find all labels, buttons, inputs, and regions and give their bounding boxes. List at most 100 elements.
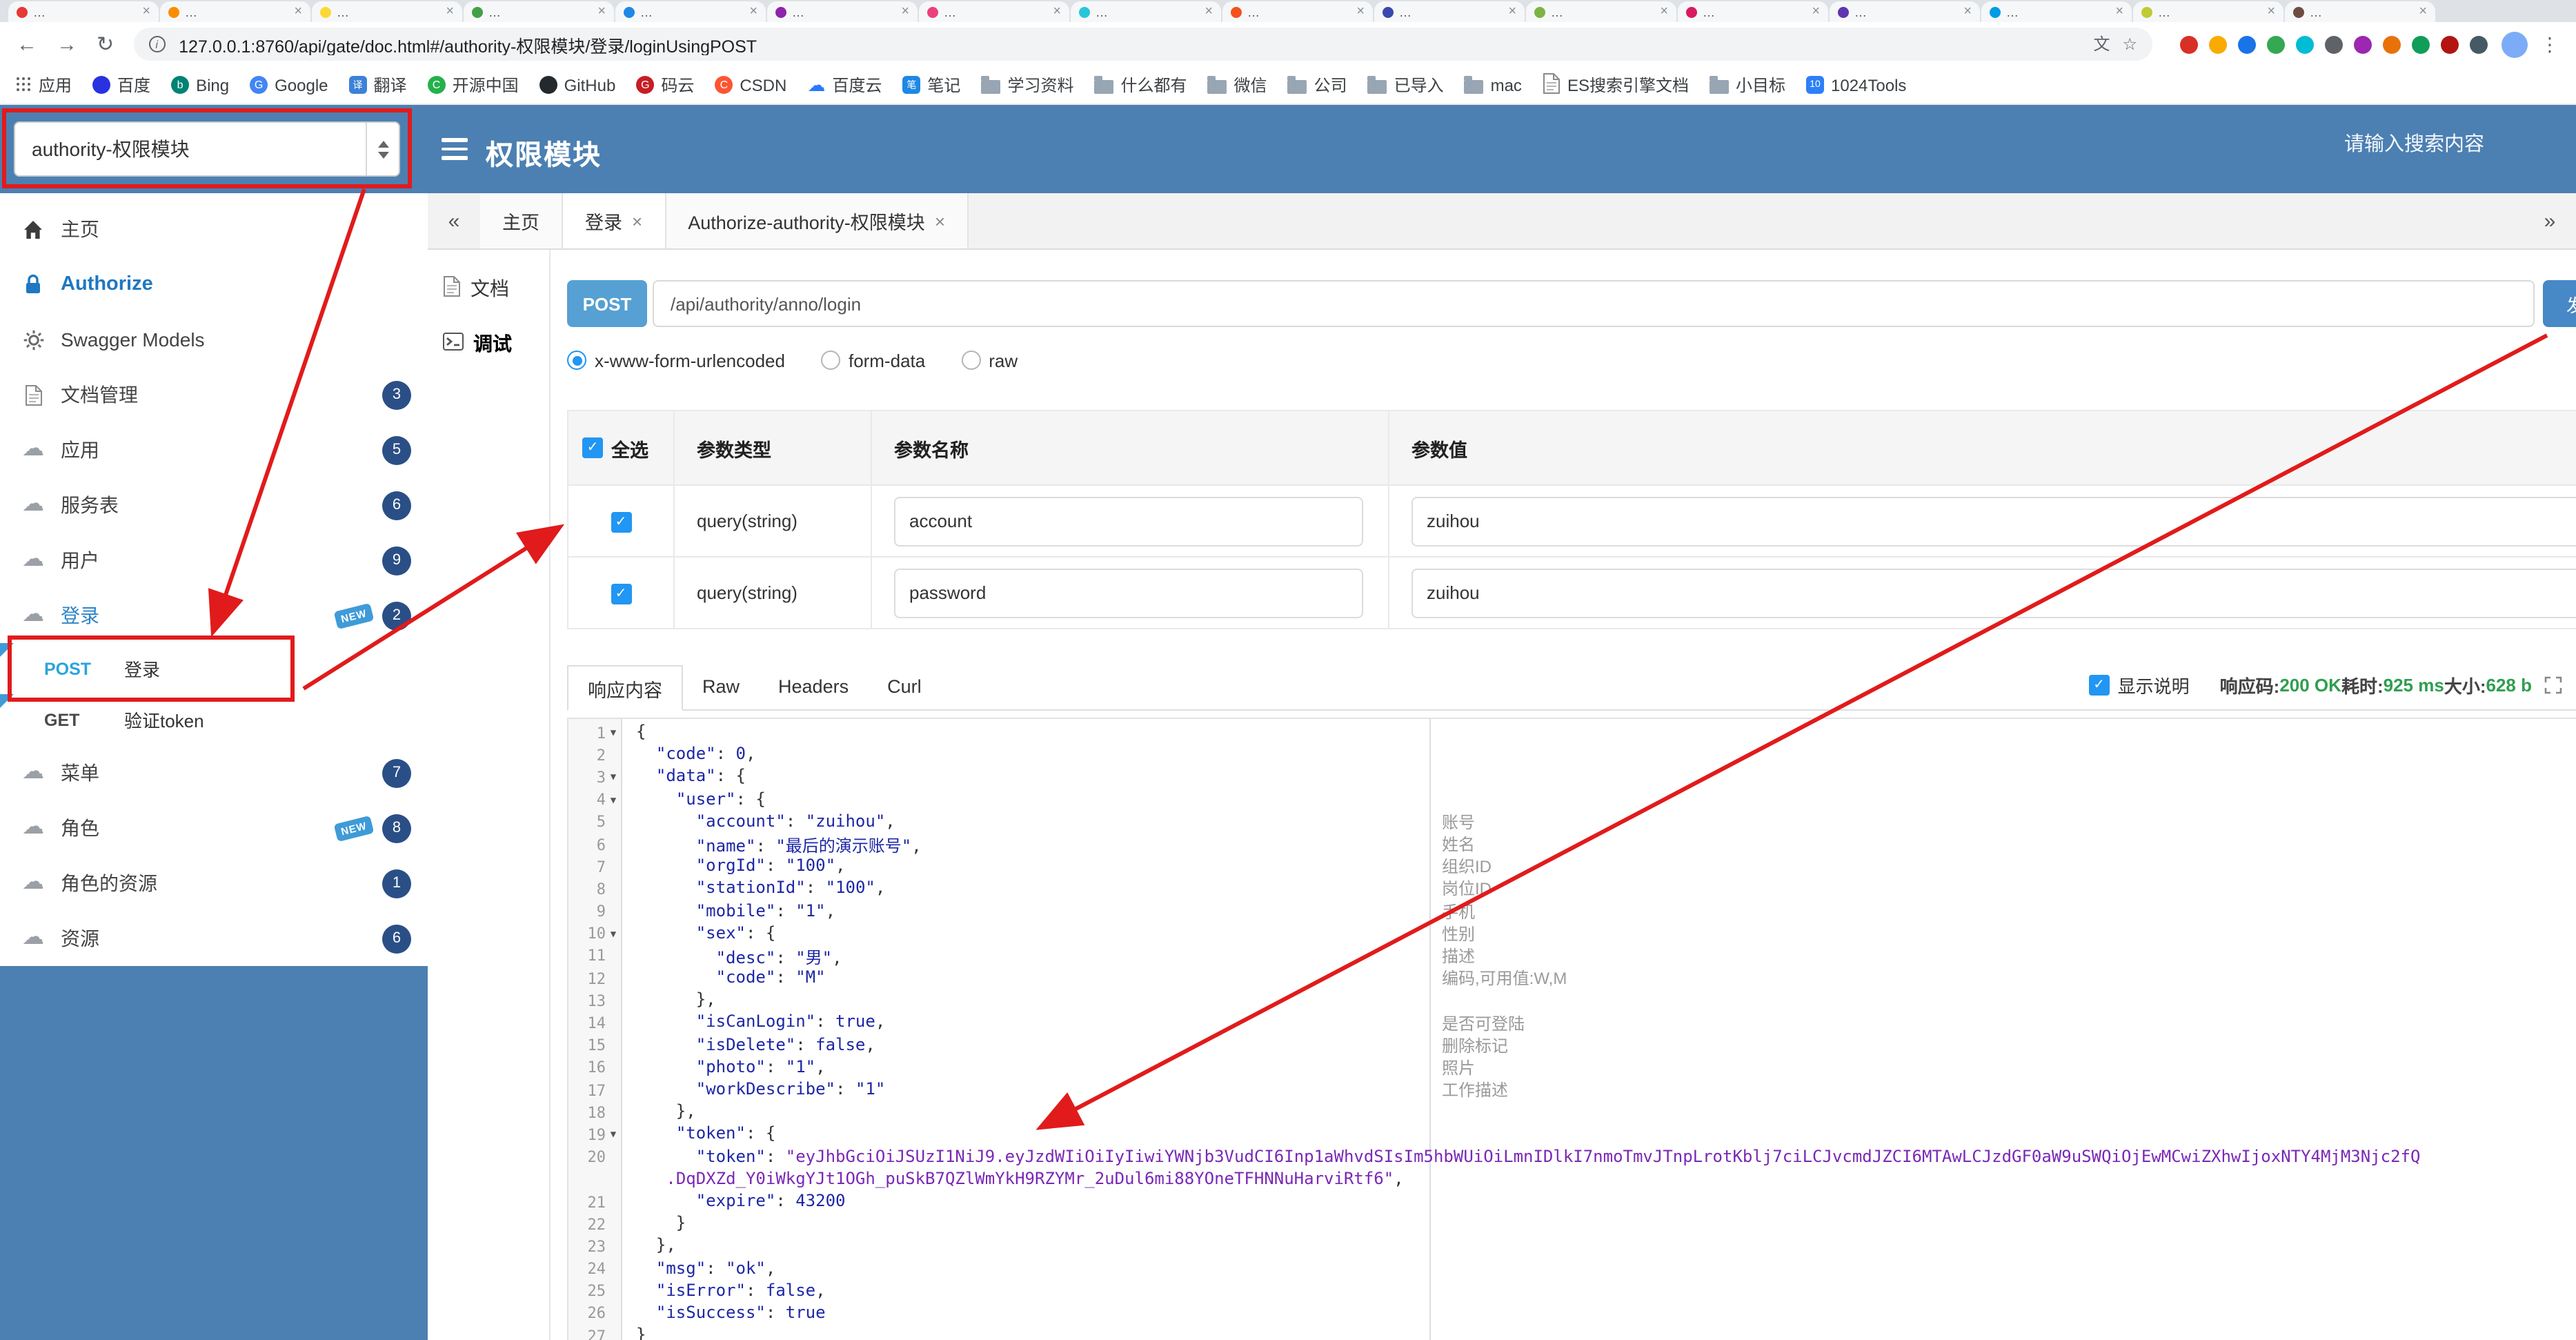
module-select[interactable]: authority-权限模块 (14, 121, 400, 177)
sidebar-item[interactable]: ☁ 应用 5 (0, 422, 428, 477)
browser-tab[interactable]: … × (1830, 1, 1980, 22)
browser-tab[interactable]: … × (1678, 1, 1828, 22)
bookmark-item[interactable]: ☁ 百度云 (807, 73, 882, 97)
bookmark-item[interactable]: 学习资料 (981, 73, 1073, 97)
content-type-radio[interactable]: form-data (820, 350, 925, 371)
sidebar-endpoint[interactable]: POST 登录 (0, 643, 428, 694)
browser-tab[interactable]: … × (8, 1, 159, 22)
browser-tab[interactable]: … × (160, 1, 310, 22)
translate-icon[interactable]: 文 (2093, 36, 2110, 52)
browser-tab[interactable]: … × (767, 1, 918, 22)
param-name-input[interactable] (894, 568, 1363, 618)
bookmark-item[interactable]: 应用 (17, 73, 72, 97)
header-search-input[interactable] (2341, 132, 2507, 157)
sidebar-item[interactable]: ☁ 菜单 7 (0, 745, 428, 800)
address-bar[interactable]: i 文 ☆ (133, 28, 2152, 61)
profile-avatar[interactable] (2501, 31, 2528, 57)
bookmark-star-icon[interactable]: ☆ (2122, 36, 2137, 52)
param-value-input[interactable] (1411, 568, 2576, 618)
response-tab[interactable]: Headers (759, 664, 868, 709)
sidebar-item[interactable]: 主页 (0, 201, 428, 257)
extension-icon[interactable] (2383, 35, 2401, 53)
bookmark-item[interactable]: b Bing (171, 75, 229, 95)
browser-tab[interactable]: … × (919, 1, 1069, 22)
bookmark-item[interactable]: ES搜索引擎文档 (1543, 72, 1689, 97)
extension-icon[interactable] (2412, 35, 2430, 53)
bookmark-item[interactable]: mac (1464, 75, 1522, 95)
bookmark-item[interactable]: 译翻译 (348, 73, 407, 97)
fullscreen-icon[interactable] (2544, 676, 2562, 694)
back-icon[interactable]: ← (17, 34, 37, 55)
tab-close-icon[interactable]: × (1356, 4, 1365, 19)
browser-tab[interactable]: … × (2285, 1, 2435, 22)
browser-tab[interactable]: … × (1374, 1, 1525, 22)
content-type-radio[interactable]: raw (961, 350, 1018, 371)
response-tab[interactable]: Raw (683, 664, 759, 709)
tab-close-icon[interactable]: × (1508, 4, 1516, 19)
extension-icon[interactable] (2209, 35, 2227, 53)
url-input[interactable] (176, 33, 2081, 55)
sidebar-item[interactable]: ☁ 用户 9 (0, 533, 428, 588)
doc-tab[interactable]: 登录 × (563, 193, 666, 248)
param-name-input[interactable] (894, 496, 1363, 546)
param-checkbox[interactable]: ✓ (611, 512, 631, 533)
browser-tab[interactable]: … × (312, 1, 462, 22)
sidebar-item[interactable]: ☁ 角色 NEW 8 (0, 800, 428, 856)
fold-icon[interactable]: ▼ (606, 727, 621, 738)
bookmark-item[interactable]: 什么都有 (1094, 73, 1187, 97)
panel-nav-doc[interactable]: 文档 (428, 261, 549, 316)
bookmark-item[interactable]: 10 1024Tools (1806, 75, 1906, 95)
bookmark-item[interactable]: 小目标 (1709, 73, 1785, 97)
tab-close-icon[interactable]: × (1812, 4, 1820, 19)
fold-icon[interactable]: ▼ (606, 1130, 621, 1141)
tab-close-icon[interactable]: × (2115, 4, 2123, 19)
response-tab[interactable]: 响应内容 (567, 665, 683, 711)
sidebar-item[interactable]: 文档管理 3 (0, 367, 428, 422)
doc-tab[interactable]: 主页 (480, 193, 563, 248)
tab-close-icon[interactable]: × (1963, 4, 1972, 19)
bookmark-item[interactable]: C CSDN (715, 75, 786, 95)
bookmark-item[interactable]: GitHub (539, 75, 615, 95)
select-all-checkbox[interactable]: ✓ (582, 437, 603, 458)
bookmark-item[interactable]: 公司 (1287, 73, 1347, 97)
browser-tab[interactable]: … × (1981, 1, 2132, 22)
browser-menu-icon[interactable]: ⋮ (2540, 32, 2559, 56)
doc-tab[interactable]: Authorize-authority-权限模块 × (666, 193, 969, 248)
tab-close-icon[interactable]: × (1660, 4, 1668, 19)
bookmark-item[interactable]: G Google (250, 75, 328, 95)
extension-icon[interactable] (2238, 35, 2256, 53)
forward-icon[interactable]: → (57, 34, 77, 55)
browser-tab[interactable]: … × (2133, 1, 2283, 22)
page-info-icon[interactable]: i (148, 36, 166, 52)
param-value-input[interactable] (1411, 496, 2576, 546)
sidebar-item[interactable]: Authorize (0, 257, 428, 312)
tab-close-icon[interactable]: × (294, 4, 302, 19)
tab-close-icon[interactable]: × (2419, 4, 2427, 19)
sidebar-endpoint[interactable]: GET 验证token (0, 694, 428, 745)
bookmark-item[interactable]: 微信 (1207, 73, 1267, 97)
fold-icon[interactable]: ▼ (606, 772, 621, 783)
fold-icon[interactable]: ▼ (606, 929, 621, 940)
tab-close-icon[interactable]: × (935, 210, 945, 231)
tab-close-icon[interactable]: × (1053, 4, 1061, 19)
bookmark-item[interactable]: 笔笔记 (902, 73, 960, 97)
send-button[interactable]: 发送 (2543, 280, 2576, 327)
tab-close-icon[interactable]: × (2267, 4, 2275, 19)
tab-close-icon[interactable]: × (1205, 4, 1213, 19)
sidebar-item[interactable]: Swagger Models (0, 312, 428, 367)
collapse-right-icon[interactable]: » (2524, 193, 2576, 248)
response-tab[interactable]: Curl (868, 664, 941, 709)
browser-tab[interactable]: … × (615, 1, 766, 22)
tab-close-icon[interactable]: × (142, 4, 150, 19)
extension-icon[interactable] (2441, 35, 2459, 53)
browser-tab[interactable]: … × (1071, 1, 1221, 22)
tab-close-icon[interactable]: × (901, 4, 909, 19)
tab-close-icon[interactable]: × (632, 210, 642, 231)
sidebar-item[interactable]: ☁ 服务表 6 (0, 477, 428, 533)
sidebar-item[interactable]: ☁ 资源 6 (0, 911, 428, 966)
bookmark-item[interactable]: 百度 (92, 73, 150, 97)
bookmark-item[interactable]: C 开源中国 (427, 73, 519, 97)
collapse-left-icon[interactable]: « (428, 193, 480, 248)
fold-icon[interactable]: ▼ (606, 794, 621, 805)
extension-icon[interactable] (2470, 35, 2488, 53)
